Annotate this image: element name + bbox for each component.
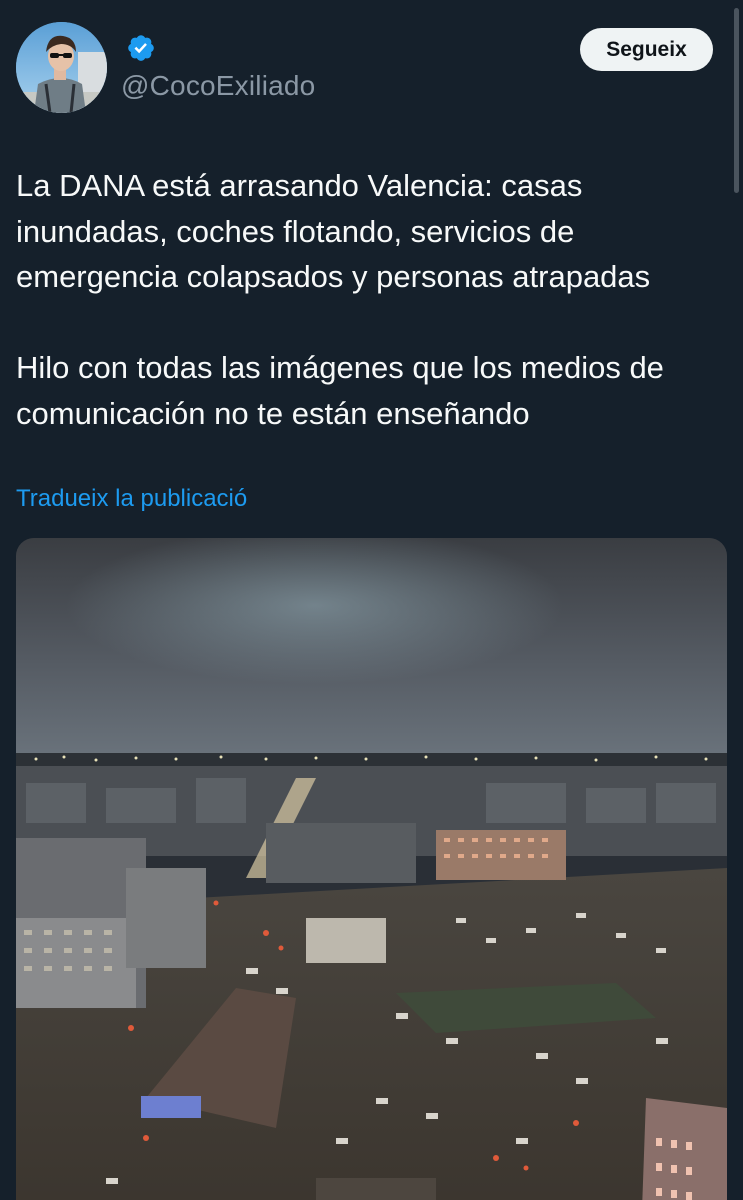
scrollbar[interactable] bbox=[734, 0, 739, 1200]
translate-post-link[interactable]: Tradueix la publicació bbox=[16, 485, 247, 513]
tweet-text-paragraph-2: Hilo con todas las imágenes que los medi… bbox=[16, 350, 664, 431]
user-handle[interactable]: @CocoExiliado bbox=[121, 70, 315, 102]
avatar-image bbox=[16, 22, 107, 113]
scrollbar-thumb[interactable] bbox=[734, 8, 739, 193]
tweet-text-paragraph-1: La DANA está arrasando Valencia: casas i… bbox=[16, 168, 651, 294]
tweet-media-image[interactable] bbox=[16, 538, 727, 1200]
follow-button[interactable]: Segueix bbox=[580, 28, 713, 71]
flood-photo bbox=[16, 538, 727, 1200]
avatar[interactable] bbox=[16, 22, 107, 113]
verified-badge-icon bbox=[128, 35, 154, 61]
